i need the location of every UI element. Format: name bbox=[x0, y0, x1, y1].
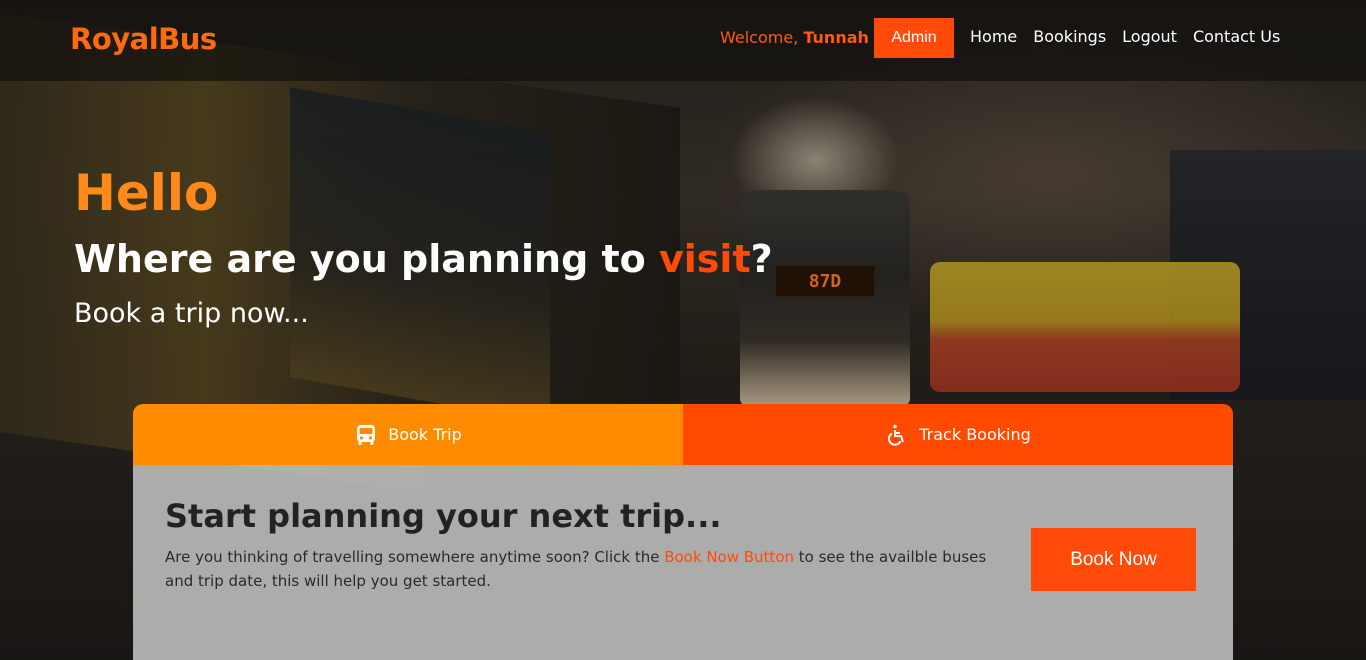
hero-hello: Hello bbox=[74, 164, 219, 222]
nav-contact-link[interactable]: Contact Us bbox=[1193, 27, 1280, 46]
hero-question: Where are you planning to visit? bbox=[74, 237, 773, 281]
card-description: Are you thinking of travelling somewhere… bbox=[165, 545, 1005, 593]
desc-start: Are you thinking of travelling somewhere… bbox=[165, 548, 665, 566]
nav-logout-link[interactable]: Logout bbox=[1122, 27, 1177, 46]
tab-track-booking[interactable]: Track Booking bbox=[683, 404, 1233, 465]
nav-home-link[interactable]: Home bbox=[970, 27, 1017, 46]
tab-book-trip-label: Book Trip bbox=[388, 425, 462, 444]
welcome-prefix: Welcome, bbox=[720, 28, 799, 47]
tab-track-booking-label: Track Booking bbox=[919, 425, 1031, 444]
booking-tabs: Book Trip Track Booking bbox=[133, 404, 1233, 465]
welcome-message: Welcome, Tunnah bbox=[720, 28, 869, 47]
admin-button[interactable]: Admin bbox=[874, 18, 954, 58]
book-now-inline-link[interactable]: Book Now Button bbox=[664, 548, 794, 566]
tab-book-trip[interactable]: Book Trip bbox=[133, 404, 683, 465]
logo[interactable]: RoyalBus bbox=[70, 22, 217, 56]
question-end: ? bbox=[750, 237, 773, 281]
question-accent: visit bbox=[659, 237, 751, 281]
card-title: Start planning your next trip... bbox=[165, 497, 722, 535]
navbar: RoyalBus Welcome, Tunnah Admin Home Book… bbox=[0, 0, 1366, 81]
book-now-button[interactable]: Book Now bbox=[1031, 528, 1196, 591]
booking-card-body: Start planning your next trip... Are you… bbox=[133, 465, 1233, 660]
question-start: Where are you planning to bbox=[74, 237, 660, 281]
booking-card: Book Trip Track Booking Start planning y… bbox=[133, 404, 1233, 660]
username: Tunnah bbox=[803, 28, 869, 47]
nav-links: Home Bookings Logout Contact Us bbox=[970, 27, 1280, 46]
bus-icon bbox=[357, 424, 376, 445]
wheelchair-icon bbox=[888, 424, 905, 446]
nav-bookings-link[interactable]: Bookings bbox=[1033, 27, 1106, 46]
hero-subline: Book a trip now... bbox=[74, 298, 309, 329]
